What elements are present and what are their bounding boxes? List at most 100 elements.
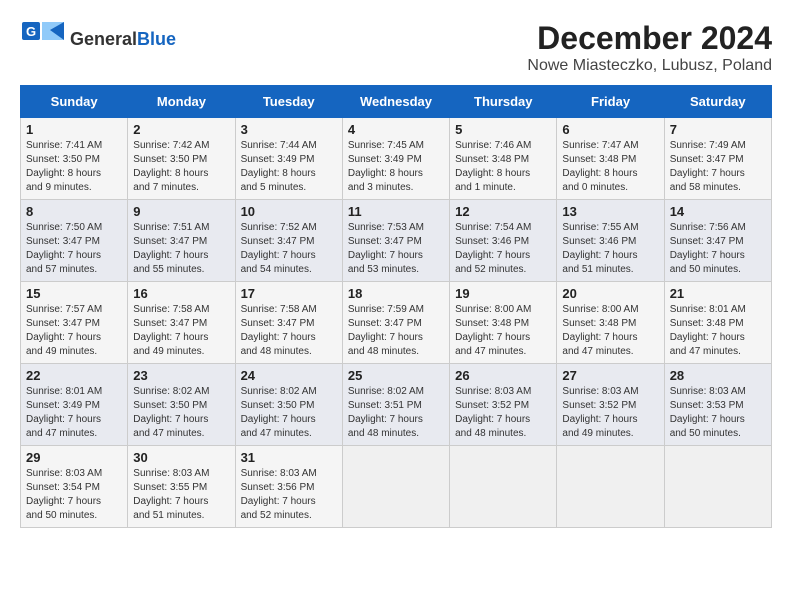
calendar-cell: 17Sunrise: 7:58 AM Sunset: 3:47 PM Dayli… [235,282,342,364]
day-number: 10 [241,204,337,219]
day-info: Sunrise: 8:03 AM Sunset: 3:56 PM Dayligh… [241,467,337,523]
calendar-cell [450,446,557,528]
location-title: Nowe Miasteczko, Lubusz, Poland [527,57,772,75]
day-number: 31 [241,450,337,465]
calendar-cell: 21 Sunrise: 8:01 AM Sunset: 3:48 PM Dayli… [664,282,771,364]
calendar-cell: 31 Sunrise: 8:03 AM Sunset: 3:56 PM Dayli… [235,446,342,528]
day-number: 9 [133,204,229,219]
day-number: 11 [348,204,444,219]
calendar-cell: 24Sunrise: 8:02 AM Sunset: 3:50 PM Dayli… [235,364,342,446]
day-info: Sunrise: 8:03 AM Sunset: 3:55 PM Dayligh… [133,467,229,523]
calendar-week-row: 22 Sunrise: 8:01 AM Sunset: 3:49 PM Dayli… [21,364,772,446]
day-number: 2 [133,122,229,137]
day-number: 15 [26,286,122,301]
day-number: 3 [241,122,337,137]
day-number: 24 [241,368,337,383]
page-header: G GeneralBlue December 2024 Nowe Miastec… [20,20,772,75]
col-thursday: Thursday [450,86,557,118]
calendar-header-row: Sunday Monday Tuesday Wednesday Thursday… [21,86,772,118]
calendar-table: Sunday Monday Tuesday Wednesday Thursday… [20,85,772,528]
day-number: 21 [670,286,766,301]
day-info: Sunrise: 8:02 AM Sunset: 3:50 PM Dayligh… [133,385,229,441]
day-info: Sunrise: 7:59 AM Sunset: 3:47 PM Dayligh… [348,303,444,359]
day-info: Sunrise: 7:46 AM Sunset: 3:48 PM Dayligh… [455,139,551,195]
day-info: Sunrise: 7:58 AM Sunset: 3:47 PM Dayligh… [133,303,229,359]
calendar-cell: 18Sunrise: 7:59 AM Sunset: 3:47 PM Dayli… [342,282,449,364]
calendar-cell: 12 Sunrise: 7:54 AM Sunset: 3:46 PM Dayli… [450,200,557,282]
calendar-cell: 14 Sunrise: 7:56 AM Sunset: 3:47 PM Dayli… [664,200,771,282]
day-info: Sunrise: 7:42 AM Sunset: 3:50 PM Dayligh… [133,139,229,195]
day-info: Sunrise: 7:55 AM Sunset: 3:46 PM Dayligh… [562,221,658,277]
day-info: Sunrise: 8:00 AM Sunset: 3:48 PM Dayligh… [455,303,551,359]
calendar-cell: 11 Sunrise: 7:53 AM Sunset: 3:47 PM Dayli… [342,200,449,282]
day-number: 23 [133,368,229,383]
col-tuesday: Tuesday [235,86,342,118]
day-number: 8 [26,204,122,219]
day-number: 14 [670,204,766,219]
day-number: 12 [455,204,551,219]
calendar-cell: 20Sunrise: 8:00 AM Sunset: 3:48 PM Dayli… [557,282,664,364]
day-info: Sunrise: 8:02 AM Sunset: 3:51 PM Dayligh… [348,385,444,441]
svg-text:G: G [26,24,36,39]
day-info: Sunrise: 8:03 AM Sunset: 3:54 PM Dayligh… [26,467,122,523]
calendar-cell: 7 Sunrise: 7:49 AM Sunset: 3:47 PM Daylig… [664,118,771,200]
day-info: Sunrise: 7:44 AM Sunset: 3:49 PM Dayligh… [241,139,337,195]
day-info: Sunrise: 7:50 AM Sunset: 3:47 PM Dayligh… [26,221,122,277]
day-number: 28 [670,368,766,383]
calendar-cell: 29 Sunrise: 8:03 AM Sunset: 3:54 PM Dayli… [21,446,128,528]
calendar-cell: 3 Sunrise: 7:44 AM Sunset: 3:49 PM Daylig… [235,118,342,200]
day-info: Sunrise: 8:01 AM Sunset: 3:48 PM Dayligh… [670,303,766,359]
day-info: Sunrise: 7:52 AM Sunset: 3:47 PM Dayligh… [241,221,337,277]
calendar-cell: 28 Sunrise: 8:03 AM Sunset: 3:53 PM Dayli… [664,364,771,446]
day-info: Sunrise: 8:03 AM Sunset: 3:53 PM Dayligh… [670,385,766,441]
calendar-cell: 22 Sunrise: 8:01 AM Sunset: 3:49 PM Dayli… [21,364,128,446]
day-info: Sunrise: 7:57 AM Sunset: 3:47 PM Dayligh… [26,303,122,359]
day-number: 7 [670,122,766,137]
day-info: Sunrise: 8:01 AM Sunset: 3:49 PM Dayligh… [26,385,122,441]
col-wednesday: Wednesday [342,86,449,118]
day-number: 27 [562,368,658,383]
day-info: Sunrise: 8:00 AM Sunset: 3:48 PM Dayligh… [562,303,658,359]
calendar-cell: 8 Sunrise: 7:50 AM Sunset: 3:47 PM Daylig… [21,200,128,282]
col-saturday: Saturday [664,86,771,118]
title-area: December 2024 Nowe Miasteczko, Lubusz, P… [527,20,772,75]
day-info: Sunrise: 8:03 AM Sunset: 3:52 PM Dayligh… [455,385,551,441]
calendar-cell: 23 Sunrise: 8:02 AM Sunset: 3:50 PM Dayli… [128,364,235,446]
calendar-week-row: 29 Sunrise: 8:03 AM Sunset: 3:54 PM Dayli… [21,446,772,528]
day-number: 26 [455,368,551,383]
month-title: December 2024 [527,20,772,57]
day-info: Sunrise: 7:56 AM Sunset: 3:47 PM Dayligh… [670,221,766,277]
day-number: 5 [455,122,551,137]
logo-blue: Blue [137,29,176,49]
calendar-cell [557,446,664,528]
calendar-cell: 26 Sunrise: 8:03 AM Sunset: 3:52 PM Dayli… [450,364,557,446]
day-number: 13 [562,204,658,219]
day-info: Sunrise: 7:47 AM Sunset: 3:48 PM Dayligh… [562,139,658,195]
logo-text-area: GeneralBlue [70,30,176,50]
day-info: Sunrise: 7:45 AM Sunset: 3:49 PM Dayligh… [348,139,444,195]
day-info: Sunrise: 7:53 AM Sunset: 3:47 PM Dayligh… [348,221,444,277]
calendar-cell [342,446,449,528]
calendar-week-row: 15 Sunrise: 7:57 AM Sunset: 3:47 PM Dayli… [21,282,772,364]
day-info: Sunrise: 7:41 AM Sunset: 3:50 PM Dayligh… [26,139,122,195]
calendar-cell: 5 Sunrise: 7:46 AM Sunset: 3:48 PM Daylig… [450,118,557,200]
day-number: 22 [26,368,122,383]
day-info: Sunrise: 8:03 AM Sunset: 3:52 PM Dayligh… [562,385,658,441]
logo-general: General [70,29,137,49]
calendar-cell: 27 Sunrise: 8:03 AM Sunset: 3:52 PM Dayli… [557,364,664,446]
day-number: 25 [348,368,444,383]
logo: G GeneralBlue [20,20,176,60]
day-info: Sunrise: 7:54 AM Sunset: 3:46 PM Dayligh… [455,221,551,277]
calendar-cell: 9 Sunrise: 7:51 AM Sunset: 3:47 PM Daylig… [128,200,235,282]
day-number: 29 [26,450,122,465]
day-number: 1 [26,122,122,137]
calendar-week-row: 8 Sunrise: 7:50 AM Sunset: 3:47 PM Daylig… [21,200,772,282]
col-sunday: Sunday [21,86,128,118]
day-number: 4 [348,122,444,137]
calendar-cell: 19Sunrise: 8:00 AM Sunset: 3:48 PM Dayli… [450,282,557,364]
day-number: 30 [133,450,229,465]
calendar-cell: 25 Sunrise: 8:02 AM Sunset: 3:51 PM Dayli… [342,364,449,446]
day-info: Sunrise: 7:49 AM Sunset: 3:47 PM Dayligh… [670,139,766,195]
calendar-cell: 15 Sunrise: 7:57 AM Sunset: 3:47 PM Dayli… [21,282,128,364]
day-info: Sunrise: 7:51 AM Sunset: 3:47 PM Dayligh… [133,221,229,277]
